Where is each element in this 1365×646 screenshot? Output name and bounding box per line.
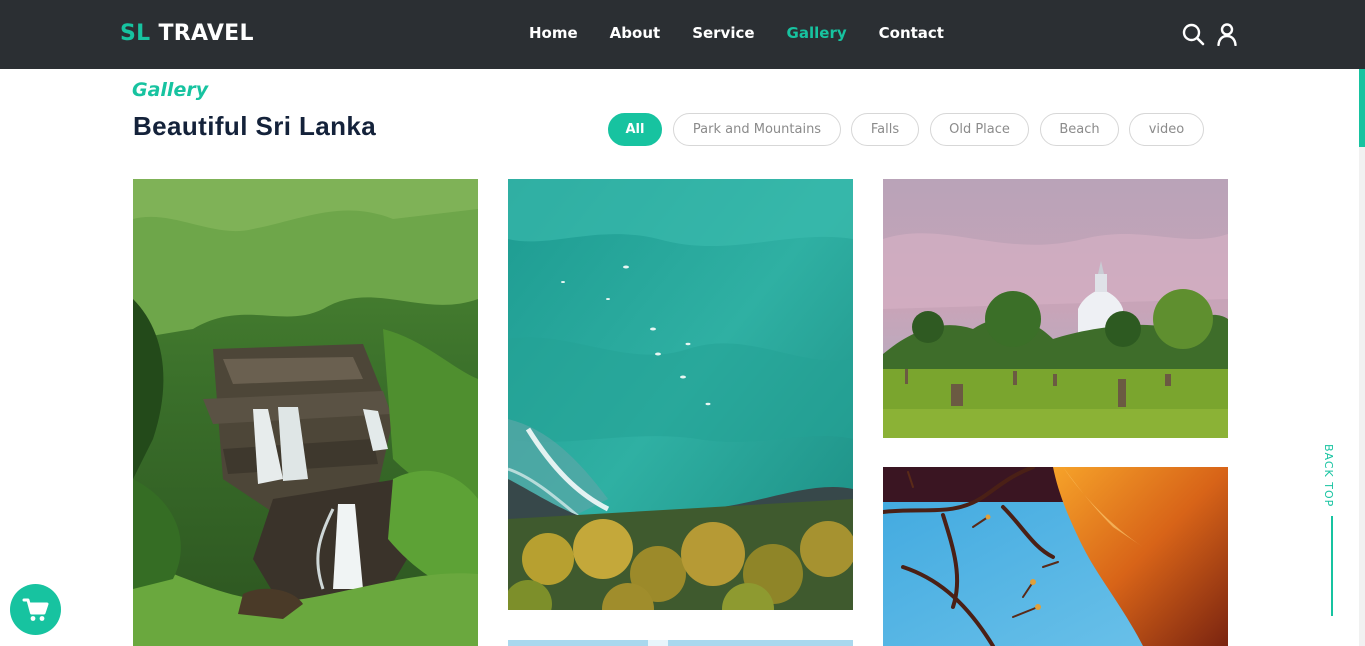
cart-button[interactable]	[10, 584, 61, 635]
waterfall-photo[interactable]	[133, 179, 478, 646]
nav-service[interactable]: Service	[692, 24, 754, 42]
cart-icon	[22, 598, 48, 621]
nav-gallery[interactable]: Gallery	[787, 24, 847, 42]
nav-links: Home About Service Gallery Contact	[529, 24, 976, 42]
brand-sl: SL	[120, 21, 151, 46]
back-top-label: BACK TOP	[1322, 444, 1335, 508]
nav-contact[interactable]: Contact	[879, 24, 944, 42]
nav-about[interactable]: About	[610, 24, 661, 42]
nav-home[interactable]: Home	[529, 24, 578, 42]
filter-falls[interactable]: Falls	[851, 113, 919, 146]
filter-all[interactable]: All	[608, 113, 662, 146]
top-navbar: SL TRAVEL Home About Service Gallery Con…	[0, 0, 1365, 69]
beach-photo[interactable]	[508, 640, 853, 646]
scrollbar-thumb[interactable]	[1359, 69, 1365, 147]
section-subtitle: Gallery	[132, 79, 209, 101]
flower-tree-photo[interactable]	[883, 467, 1228, 646]
user-icon[interactable]	[1215, 22, 1239, 47]
filter-old-place[interactable]: Old Place	[930, 113, 1029, 146]
search-icon[interactable]	[1181, 22, 1205, 46]
scrollbar-track[interactable]	[1359, 69, 1365, 646]
brand-logo[interactable]: SL TRAVEL	[120, 21, 254, 46]
filter-beach[interactable]: Beach	[1040, 113, 1119, 146]
stupa-photo[interactable]	[883, 179, 1228, 438]
brand-travel: TRAVEL	[158, 21, 254, 46]
ocean-aerial-photo[interactable]	[508, 179, 853, 610]
back-top-link[interactable]: BACK TOP	[1322, 444, 1342, 616]
back-top-line	[1331, 516, 1333, 616]
filter-video[interactable]: video	[1129, 113, 1204, 146]
filter-park-mountains[interactable]: Park and Mountains	[673, 113, 841, 146]
section-title: Beautiful Sri Lanka	[133, 111, 377, 141]
